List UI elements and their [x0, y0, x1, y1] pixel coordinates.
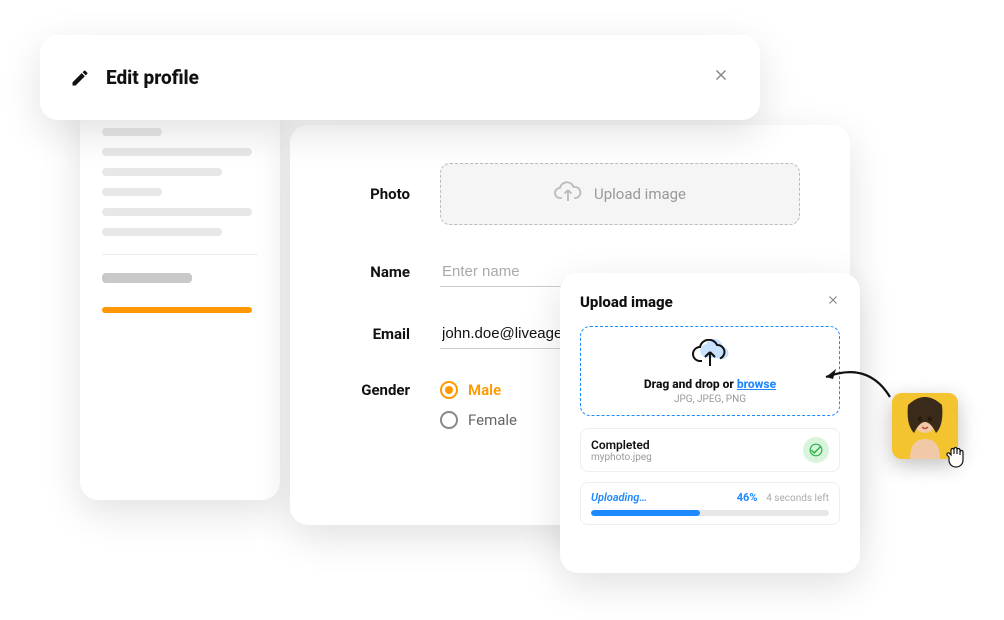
skeleton-line	[102, 148, 252, 156]
skeleton-line	[102, 273, 192, 283]
gender-radio-male[interactable]: Male	[440, 381, 517, 399]
email-label: Email	[340, 325, 410, 343]
file-name: myphoto.jpeg	[591, 452, 652, 463]
drag-arrow-icon	[818, 355, 893, 409]
radio-label: Female	[468, 411, 517, 429]
upload-time-left: 4 seconds left	[766, 493, 829, 504]
radio-icon	[440, 411, 458, 429]
skeleton-line	[102, 128, 162, 136]
gender-radio-group: Male Female	[440, 381, 517, 429]
dropzone-text: Drag and drop or browse	[589, 377, 831, 391]
cloud-upload-icon	[554, 181, 582, 207]
upload-zone-text: Upload image	[594, 185, 686, 203]
upload-image-modal: Upload image Drag and drop or browse JPG…	[560, 273, 860, 573]
radio-icon	[440, 381, 458, 399]
completed-file-row: Completed myphoto.jpeg	[580, 428, 840, 472]
divider	[102, 254, 258, 255]
gender-radio-female[interactable]: Female	[440, 411, 517, 429]
gender-label: Gender	[340, 381, 410, 399]
uploading-file-row: Uploading… 46% 4 seconds left	[580, 482, 840, 525]
close-icon[interactable]	[826, 291, 840, 312]
skeleton-line	[102, 228, 222, 236]
sidebar-card	[80, 100, 280, 500]
upload-status: Uploading…	[591, 491, 647, 504]
active-section-indicator	[102, 307, 252, 313]
skeleton-line	[102, 208, 252, 216]
skeleton-line	[102, 168, 222, 176]
edit-profile-header: Edit profile	[40, 35, 760, 120]
check-circle-icon	[803, 437, 829, 463]
photo-label: Photo	[340, 185, 410, 203]
close-icon[interactable]	[712, 65, 730, 90]
name-label: Name	[340, 263, 410, 281]
cloud-upload-icon	[690, 354, 730, 373]
file-status: Completed	[591, 438, 652, 452]
progress-bar	[591, 510, 829, 516]
upload-modal-title: Upload image	[580, 293, 673, 311]
page-title: Edit profile	[106, 66, 199, 89]
skeleton-line	[102, 188, 162, 196]
progress-fill	[591, 510, 700, 516]
upload-percent: 46%	[737, 491, 758, 504]
radio-label: Male	[468, 381, 501, 399]
dropzone-formats: JPG, JPEG, PNG	[589, 394, 831, 405]
grab-cursor-icon	[944, 444, 970, 474]
upload-image-zone[interactable]: Upload image	[440, 163, 800, 225]
pencil-icon	[70, 68, 90, 88]
browse-link[interactable]: browse	[737, 377, 776, 391]
dropzone[interactable]: Drag and drop or browse JPG, JPEG, PNG	[580, 326, 840, 416]
